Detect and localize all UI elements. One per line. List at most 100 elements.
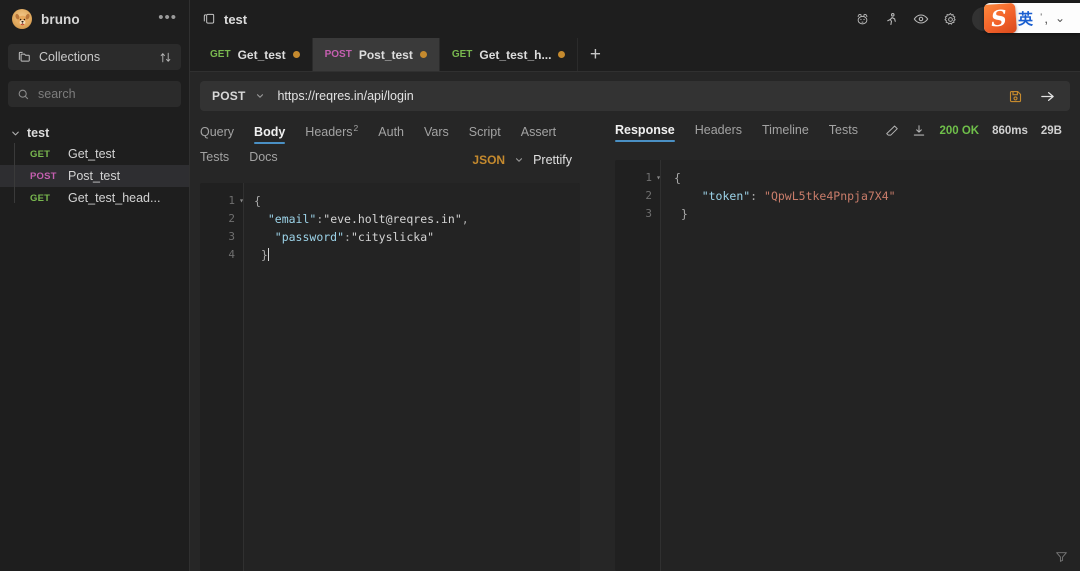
tab-get-test[interactable]: GET Get_test: [198, 38, 313, 71]
brand-name: bruno: [41, 11, 80, 27]
response-status-group: 200 OK 860ms 29B: [885, 124, 1080, 142]
chevron-down-icon[interactable]: [255, 91, 265, 101]
tab-assert[interactable]: Assert: [521, 125, 556, 144]
gutter-line: 4: [200, 246, 243, 264]
line-number: 1: [228, 194, 235, 208]
sidebar-item-post-test[interactable]: POST Post_test: [0, 165, 189, 187]
tab-headers[interactable]: Headers2: [305, 123, 358, 144]
brand-header: bruno •••: [0, 0, 189, 38]
json-brace: {: [674, 171, 681, 185]
json-key: "token": [701, 189, 751, 203]
response-pane: Response Headers Timeline Tests 200 OK 8…: [615, 111, 1080, 571]
fold-arrow-icon[interactable]: ▾: [656, 169, 661, 187]
search-input[interactable]: [38, 87, 172, 101]
tab-response[interactable]: Response: [615, 123, 675, 142]
request-body-editor[interactable]: 1 ▾ 2 3 4 { "email": "eve.holt@reqres.in",…: [200, 183, 580, 571]
gear-icon[interactable]: [943, 12, 958, 27]
request-method-badge: GET: [30, 192, 51, 204]
tab-label: Get_test: [237, 47, 286, 62]
url-input[interactable]: [277, 89, 1008, 103]
chevron-down-icon[interactable]: [514, 155, 524, 165]
runner-icon[interactable]: [884, 12, 899, 27]
eye-icon[interactable]: [913, 11, 929, 27]
sidebar-item-get-test[interactable]: GET Get_test: [0, 143, 189, 165]
sort-icon[interactable]: [159, 51, 172, 64]
json-colon: :: [344, 230, 351, 245]
json-comma: ,: [461, 212, 469, 227]
filter-funnel-icon[interactable]: [1055, 550, 1068, 563]
search-box[interactable]: [8, 81, 181, 107]
tab-response-headers[interactable]: Headers: [695, 123, 742, 142]
search-icon: [17, 88, 30, 101]
gutter-line: 1 ▾: [615, 169, 661, 187]
save-floppy-icon[interactable]: [1008, 89, 1023, 104]
folder-icon: [17, 50, 31, 64]
sidebar-item-get-test-head[interactable]: GET Get_test_head...: [0, 187, 189, 209]
bruno-mascot-icon[interactable]: [855, 12, 870, 27]
tab-docs[interactable]: Docs: [249, 150, 277, 169]
more-options-icon[interactable]: •••: [158, 10, 177, 29]
response-size: 29B: [1040, 125, 1062, 137]
url-bar: POST: [200, 81, 1070, 111]
tab-auth[interactable]: Auth: [378, 125, 404, 144]
unsaved-indicator-icon[interactable]: [292, 51, 300, 58]
request-tabs-row-2: Tests Docs JSON Prettify: [200, 144, 580, 169]
dog-logo-icon: [12, 9, 32, 29]
line-number: 1: [645, 171, 652, 184]
ime-expand-icon[interactable]: ⌄: [1055, 11, 1065, 25]
json-value: "cityslicka": [350, 230, 435, 245]
response-body-code[interactable]: { "token": "QpwL5tke4Pnpja7X4" }: [661, 160, 1080, 571]
chevron-down-icon: [10, 128, 21, 139]
new-tab-button[interactable]: +: [578, 38, 612, 71]
collections-button[interactable]: Collections: [8, 44, 181, 70]
unsaved-indicator-icon[interactable]: [558, 51, 566, 58]
tab-post-test[interactable]: POST Post_test: [312, 38, 440, 71]
response-tabs-row: Response Headers Timeline Tests 200 OK 8…: [615, 111, 1080, 142]
page-title: test: [224, 11, 248, 27]
ime-status-bar[interactable]: S 英 ˈ, ⌄: [984, 3, 1080, 33]
tab-headers-label: Headers: [305, 125, 353, 140]
tab-method-badge: POST: [324, 49, 352, 60]
response-body-editor[interactable]: 1 ▾ 2 3 { "token": "QpwL5tke4Pnpja7X4" }: [615, 160, 1080, 571]
sogou-logo-icon: S: [984, 3, 1018, 33]
tab-script[interactable]: Script: [469, 125, 501, 144]
sidebar-item-label: Get_test: [68, 147, 116, 161]
tab-method-badge: GET: [210, 49, 231, 60]
text-cursor: [267, 248, 269, 262]
tab-get-test-h[interactable]: GET Get_test_h...: [440, 38, 579, 71]
json-key: "email": [267, 212, 317, 227]
tab-timeline[interactable]: Timeline: [762, 123, 809, 142]
ime-language-mode[interactable]: 英: [1018, 8, 1033, 29]
tab-label: Get_test_h...: [479, 47, 552, 62]
send-arrow-icon[interactable]: [1039, 88, 1056, 105]
http-method-label[interactable]: POST: [212, 89, 245, 103]
tab-label: Post_test: [358, 47, 413, 62]
tab-tests[interactable]: Tests: [200, 150, 229, 169]
tab-query[interactable]: Query: [200, 125, 234, 144]
download-icon[interactable]: [912, 124, 926, 138]
json-value: "eve.holt@reqres.in": [323, 212, 462, 227]
body-type-label[interactable]: JSON: [472, 153, 505, 167]
prettify-button[interactable]: Prettify: [533, 153, 572, 167]
tab-vars[interactable]: Vars: [424, 125, 449, 144]
json-brace: }: [680, 207, 688, 221]
line-number: 3: [228, 230, 235, 244]
top-bar: test S 英 ˈ, ⌄: [190, 0, 1080, 38]
tab-response-tests[interactable]: Tests: [829, 123, 858, 142]
request-body-code[interactable]: { "email": "eve.holt@reqres.in", "passwor…: [244, 183, 580, 571]
tree-folder-test[interactable]: test: [0, 123, 189, 143]
line-number: 2: [228, 212, 235, 226]
json-brace: {: [254, 194, 261, 209]
json-colon: :: [750, 189, 765, 203]
collections-label: Collections: [39, 50, 101, 64]
json-brace: }: [260, 248, 268, 263]
url-actions: [1008, 88, 1070, 105]
eraser-icon[interactable]: [885, 124, 899, 138]
pane-divider[interactable]: [580, 111, 615, 571]
fold-arrow-icon[interactable]: ▾: [239, 192, 244, 210]
ime-punctuation-icon[interactable]: ˈ,: [1039, 11, 1049, 26]
request-pane: Query Body Headers2 Auth Vars Script Ass…: [200, 111, 580, 571]
json-key: "password": [274, 230, 345, 245]
tab-body[interactable]: Body: [254, 125, 286, 145]
unsaved-indicator-icon[interactable]: [419, 51, 427, 58]
